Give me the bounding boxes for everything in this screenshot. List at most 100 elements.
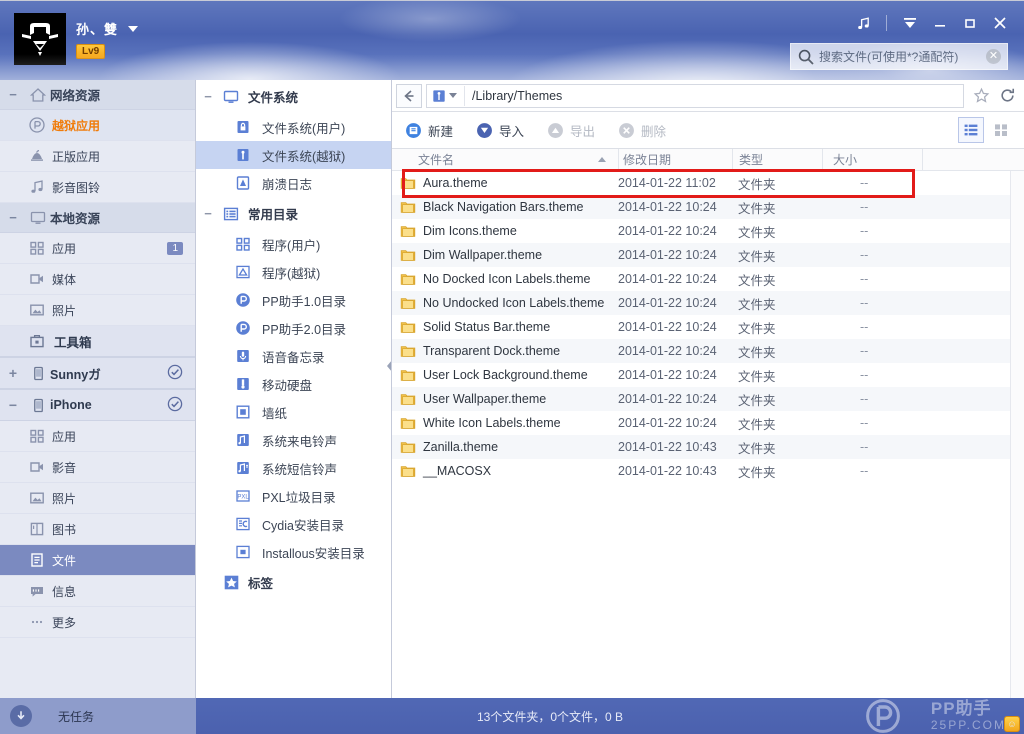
sidebar-item-iphone-photos[interactable]: 照片 [0, 483, 195, 514]
new-folder-icon [404, 121, 422, 139]
group-toggle[interactable]: − [0, 87, 26, 102]
grid-view-icon[interactable] [988, 117, 1014, 143]
sidebar-item-jailbreak-apps[interactable]: 越狱应用 [0, 110, 195, 141]
search-input[interactable] [819, 49, 986, 64]
clear-icon[interactable]: ✕ [986, 49, 1001, 64]
table-row[interactable]: Solid Status Bar.theme 2014-01-22 10:24 文件… [392, 315, 1024, 339]
jailbreak-device-icon[interactable] [431, 88, 447, 104]
tree-item-voice-memos[interactable]: 语音备忘录 [196, 342, 391, 370]
tree-item-pp10[interactable]: PP助手1.0目录 [196, 286, 391, 314]
user-info[interactable]: 孙、雙 Lv9 [76, 19, 139, 59]
column-header-size[interactable]: 大小 [822, 148, 922, 171]
sidebar: − 网络资源 越狱应用 正版应用 影音图铃 − 本地资源 应用 1 媒体 照片 … [0, 80, 196, 698]
search-bar[interactable]: ✕ [790, 43, 1008, 70]
tree-group-toggle[interactable]: − [196, 206, 220, 221]
folder-icon [400, 250, 416, 261]
tree-item-external-drive[interactable]: 移动硬盘 [196, 370, 391, 398]
tree-item-pp20[interactable]: PP助手2.0目录 [196, 314, 391, 342]
sidebar-item-local-media[interactable]: 媒体 [0, 264, 195, 295]
tree-item-system-ringtone[interactable]: 系统来电铃声 [196, 426, 391, 454]
device-toggle[interactable]: + [0, 365, 26, 381]
table-row[interactable]: No Docked Icon Labels.theme 2014-01-22 10… [392, 267, 1024, 291]
sidebar-item-official-apps[interactable]: 正版应用 [0, 141, 195, 172]
column-header-date[interactable]: 修改日期 [618, 148, 732, 171]
file-size-cell: -- [860, 176, 869, 190]
emoji-icon[interactable]: ☺ [1004, 716, 1020, 732]
export-button[interactable]: 导出 [546, 121, 595, 140]
column-header-name[interactable]: 文件名 [392, 149, 618, 171]
table-row[interactable]: User Wallpaper.theme 2014-01-22 10:24 文件夹 -… [392, 387, 1024, 411]
sidebar-item-local-photos[interactable]: 照片 [0, 295, 195, 326]
sidebar-item-iphone-messages[interactable]: 信息 [0, 576, 195, 607]
table-row[interactable]: Black Navigation Bars.theme 2014-01-22 10… [392, 195, 1024, 219]
table-row[interactable]: __MACOSX 2014-01-22 10:43 文件夹 -- [392, 459, 1024, 483]
sidebar-item-toolbox[interactable]: 工具箱 [0, 326, 195, 357]
tree-item-programs-user[interactable]: 程序(用户) [196, 230, 391, 258]
tree-item-label: 程序(用户) [262, 238, 321, 253]
pxl-icon: PXL [234, 487, 252, 505]
tree-group-common-dirs[interactable]: − 常用目录 [196, 197, 391, 230]
tree-item-installous-dir[interactable]: Installous安装目录 [196, 538, 391, 566]
music-icon[interactable] [849, 11, 877, 35]
sidebar-group-local[interactable]: − 本地资源 [0, 203, 195, 233]
table-row[interactable]: Dim Wallpaper.theme 2014-01-22 10:24 文件夹 -- [392, 243, 1024, 267]
table-row[interactable]: User Lock Background.theme 2014-01-22 10:… [392, 363, 1024, 387]
file-toolbar: 新建 导入 导出 删除 [392, 112, 1024, 149]
tree-item-cydia-dir[interactable]: Cydia安装目录 [196, 510, 391, 538]
tree-group-tags[interactable]: 标签 [196, 566, 391, 599]
tree-item-filesystem-user[interactable]: 文件系统(用户) [196, 113, 391, 141]
sidebar-group-network[interactable]: − 网络资源 [0, 80, 195, 110]
file-size-cell: -- [860, 272, 869, 286]
table-row[interactable]: White Icon Labels.theme 2014-01-22 10:24 文… [392, 411, 1024, 435]
file-type-cell: 文件夹 [738, 369, 776, 384]
sidebar-item-media-ringtone[interactable]: 影音图铃 [0, 172, 195, 203]
sidebar-item-iphone-apps[interactable]: 应用 [0, 421, 195, 452]
warning-icon [234, 174, 252, 192]
refresh-icon[interactable] [994, 84, 1020, 108]
import-button[interactable]: 导入 [475, 121, 524, 140]
sidebar-item-iphone-files[interactable]: 文件 [0, 545, 195, 576]
tree-item-system-sms-tone[interactable]: 系统短信铃声 [196, 454, 391, 482]
device-toggle[interactable]: − [0, 397, 26, 413]
file-size-cell: -- [860, 224, 869, 238]
sidebar-device-iphone[interactable]: − iPhone [0, 389, 195, 421]
star-outline-icon[interactable] [968, 84, 994, 108]
tree-item-wallpaper[interactable]: 墙纸 [196, 398, 391, 426]
table-row[interactable]: Transparent Dock.theme 2014-01-22 10:24 文件… [392, 339, 1024, 363]
column-header-type[interactable]: 类型 [732, 148, 822, 171]
maximize-icon[interactable] [956, 11, 984, 35]
table-row[interactable]: No Undocked Icon Labels.theme 2014-01-22 … [392, 291, 1024, 315]
new-folder-button[interactable]: 新建 [404, 121, 453, 140]
back-arrow-icon[interactable] [396, 83, 422, 108]
collapse-icon[interactable] [896, 11, 924, 35]
tree-item-crash-logs[interactable]: 崩溃日志 [196, 169, 391, 197]
tree-item-filesystem-jailbreak[interactable]: 文件系统(越狱) [196, 141, 391, 169]
tree-group-toggle[interactable]: − [196, 89, 220, 104]
table-row[interactable]: Zanilla.theme 2014-01-22 10:43 文件夹 -- [392, 435, 1024, 459]
tree-item-pxl-trash[interactable]: PXL PXL垃圾目录 [196, 482, 391, 510]
caret-down-icon[interactable] [449, 93, 457, 98]
sidebar-item-iphone-media[interactable]: 影音 [0, 452, 195, 483]
sidebar-item-local-apps[interactable]: 应用 1 [0, 233, 195, 264]
file-type-cell: 文件夹 [738, 417, 776, 432]
close-icon[interactable] [986, 11, 1014, 35]
avatar[interactable] [14, 13, 66, 65]
path-separator [464, 85, 465, 106]
vertical-scrollbar[interactable] [1010, 171, 1024, 698]
sidebar-item-iphone-more[interactable]: 更多 [0, 607, 195, 638]
table-row[interactable]: Dim Icons.theme 2014-01-22 10:24 文件夹 -- [392, 219, 1024, 243]
file-name-cell: No Undocked Icon Labels.theme [392, 295, 618, 311]
caret-down-icon[interactable] [128, 25, 139, 32]
tree-item-programs-jailbreak[interactable]: 程序(越狱) [196, 258, 391, 286]
list-view-icon[interactable] [958, 117, 984, 143]
path-input[interactable]: /Library/Themes [426, 83, 964, 108]
file-name: Aura.theme [423, 176, 488, 190]
sidebar-item-iphone-books[interactable]: 图书 [0, 514, 195, 545]
sidebar-device-sunny[interactable]: + Sunnyガ [0, 357, 195, 389]
control-separator [886, 15, 887, 31]
group-toggle[interactable]: − [0, 210, 26, 225]
minimize-icon[interactable] [926, 11, 954, 35]
delete-button[interactable]: 删除 [617, 121, 666, 140]
tree-group-filesystem[interactable]: − 文件系统 [196, 80, 391, 113]
table-row[interactable]: Aura.theme 2014-01-22 11:02 文件夹 -- [392, 171, 1024, 195]
